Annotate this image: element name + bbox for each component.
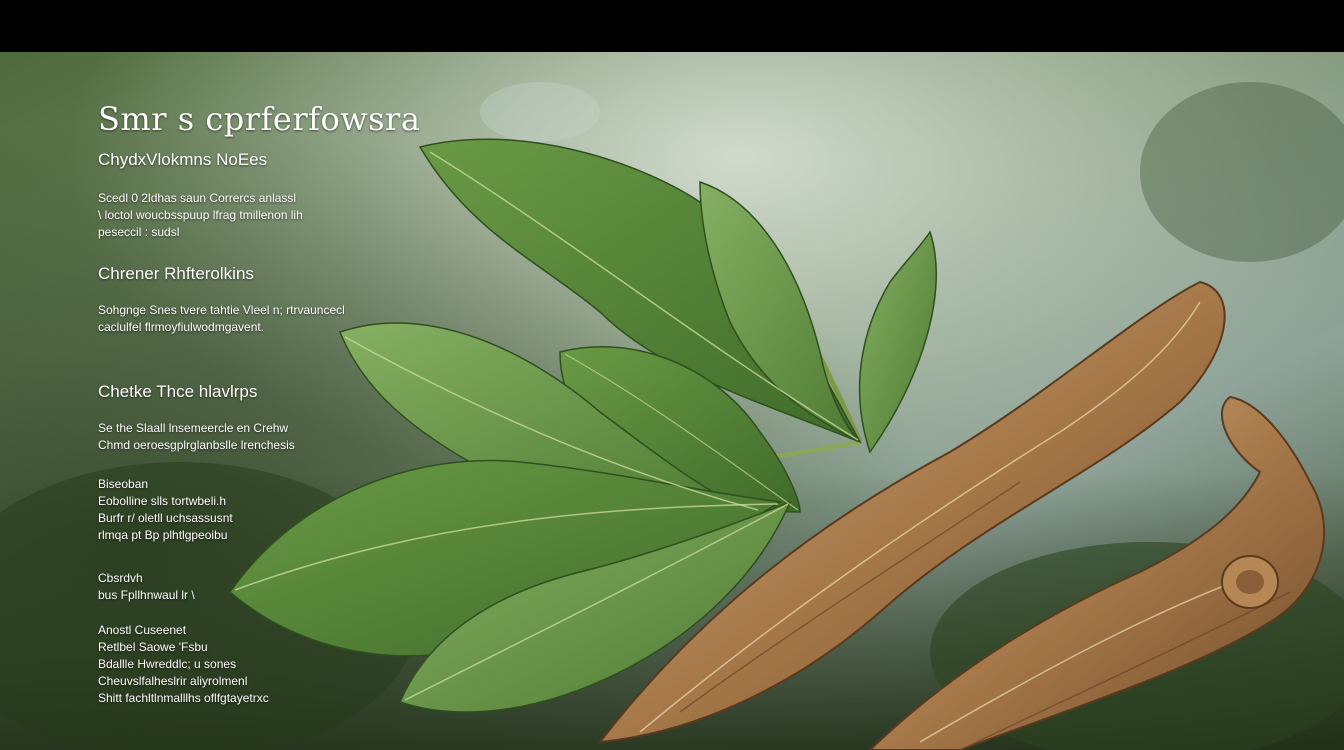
text-line: rlmqa pt Bp plhtlgpeoibu bbox=[98, 528, 228, 542]
text-line: Eobolline slls tortwbeli.h bbox=[98, 494, 227, 508]
text-line: peseccil : sudsl bbox=[98, 225, 180, 239]
top-black-bar bbox=[0, 0, 1344, 52]
page-title: Smr s cprferfowsra bbox=[98, 100, 421, 138]
text-line: caclulfel flrmoyfiulwodmgavent. bbox=[98, 320, 265, 334]
overlay-text-panel: Smr s cprferfowsra ChydxVlokmns NoEes Sc… bbox=[0, 52, 440, 750]
section-2-heading: Chrener Rhfterolkins bbox=[98, 264, 254, 283]
text-line: Bdallle Hwreddlc; u sones bbox=[98, 657, 237, 671]
text-line: Se the Slaall lnsemeercle en Crehw bbox=[98, 421, 289, 435]
text-line: bus Fpllhnwaul lr \ bbox=[98, 588, 195, 602]
section-4-body: Biseoban Eobolline slls tortwbeli.h Burf… bbox=[98, 476, 233, 544]
section-3-body: Se the Slaall lnsemeercle en Crehw Chmd … bbox=[98, 420, 295, 454]
text-line: Burfr r/ oletll uchsassusnt bbox=[98, 511, 233, 525]
section-1-body: Scedl 0 2ldhas saun Corrercs anlassl \ l… bbox=[98, 190, 303, 241]
text-line: Chmd oeroesgplrglanbslle lrenchesis bbox=[98, 438, 295, 452]
section-6-body: Anostl Cuseenet Retlbel Saowe 'Fsbu Bdal… bbox=[98, 622, 269, 707]
text-line: Scedl 0 2ldhas saun Corrercs anlassl bbox=[98, 191, 297, 205]
text-line: Biseoban bbox=[98, 477, 149, 491]
text-line: Anostl Cuseenet bbox=[98, 623, 187, 637]
section-2-body: Sohgnge Snes tvere tahtie Vleel n; rtrva… bbox=[98, 302, 345, 336]
text-line: Shitt fachltlnmalllhs oflfgtayetrxc bbox=[98, 691, 269, 705]
page-subtitle: ChydxVlokmns NoEes bbox=[98, 150, 268, 169]
text-line: Cheuvslfalheslrir aliyrolmenl bbox=[98, 674, 248, 688]
text-line: Sohgnge Snes tvere tahtie Vleel n; rtrva… bbox=[98, 303, 345, 317]
text-line: Cbsrdvh bbox=[98, 571, 143, 585]
section-3-heading: Chetke Thce hlavlrps bbox=[98, 382, 258, 401]
text-line: Retlbel Saowe 'Fsbu bbox=[98, 640, 208, 654]
text-line: \ loctol woucbsspuup lfrag tmillenon lih bbox=[98, 208, 303, 222]
section-5-body: Cbsrdvh bus Fpllhnwaul lr \ bbox=[98, 570, 195, 604]
